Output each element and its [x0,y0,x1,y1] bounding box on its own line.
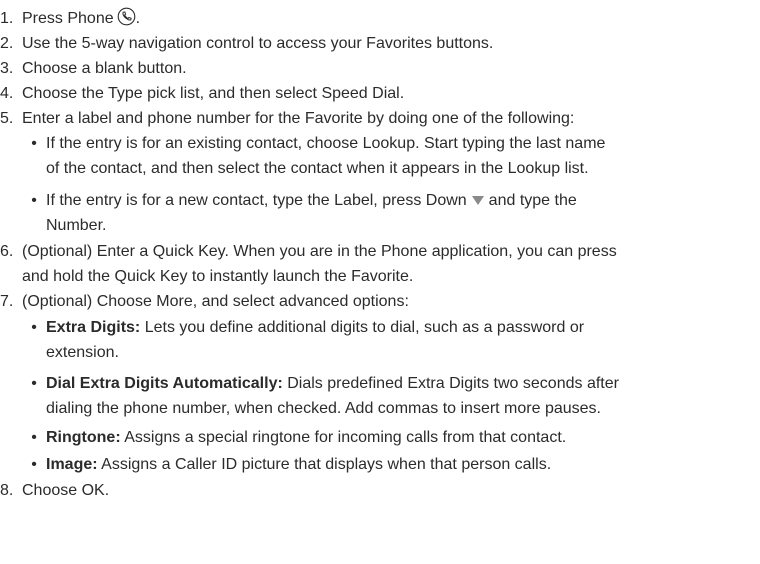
option-description: Assigns a Caller ID picture that display… [97,456,552,473]
down-arrow-icon [471,189,485,214]
option-description: Dials predefined Extra Digits two second… [282,375,619,392]
step-text: Choose the Type pick list, and then sele… [22,85,405,102]
bullet-text-line-1: If the entry is for an existing contact,… [46,135,606,152]
option-term: Extra Digits: [46,319,141,336]
step-1-suffix: . [135,10,141,27]
option-description: Assigns a special ringtone for incoming … [120,429,567,446]
step-text-line-1: (Optional) Enter a Quick Key. When you a… [22,243,617,260]
step-number: 3. [0,60,14,77]
step-text: Choose OK. [22,482,110,499]
bullet-text-line-1: Ringtone: Assigns a special ringtone for… [46,425,566,450]
phone-icon [117,7,136,34]
step-number: 2. [0,35,14,52]
bullet-text-line-1: Dial Extra Digits Automatically: Dials p… [46,371,619,396]
bullet-text-line-1: Extra Digits: Lets you define additional… [46,315,584,340]
bullet-text-line-2: Number. [46,217,107,234]
bullet-text-part-a: If the entry is for a new contact, type … [46,192,467,209]
bullet-glyph: • [31,375,37,392]
bullet-text-line-2: extension. [46,344,119,361]
bullet-glyph: • [31,192,37,209]
step-text-line-2: and hold the Quick Key to instantly laun… [22,268,414,285]
step-number: 1. [0,10,14,27]
bullet-text-line-2: of the contact, and then select the cont… [46,160,589,177]
step-number: 4. [0,85,14,102]
step-text: Press Phone. [22,6,140,34]
bullet-glyph: • [31,135,37,152]
step-number: 8. [0,482,14,499]
bullet-glyph: • [31,456,37,473]
step-text: Choose a blank button. [22,60,187,77]
instructions-document: 1. Press Phone. 2. Use the 5-way navigat… [0,0,760,564]
step-number: 5. [0,110,14,127]
step-text: Enter a label and phone number for the F… [22,110,575,127]
bullet-text-line-1: Image: Assigns a Caller ID picture that … [46,452,551,477]
bullet-glyph: • [31,319,37,336]
bullet-text-line-1: If the entry is for a new contact, type … [46,188,577,214]
option-term: Ringtone: [46,429,121,446]
step-number: 7. [0,293,14,310]
step-text: Use the 5-way navigation control to acce… [22,35,494,52]
option-description: Lets you define additional digits to dia… [140,319,585,336]
step-number: 6. [0,243,14,260]
bullet-text-part-b: and type the [488,192,577,209]
bullet-glyph: • [31,429,37,446]
bullet-text-line-2: dialing the phone number, when checked. … [46,400,601,417]
step-text: (Optional) Choose More, and select advan… [22,293,409,310]
step-1-text: Press Phone [22,10,114,27]
option-term: Image: [46,456,98,473]
option-term: Dial Extra Digits Automatically: [46,375,283,392]
